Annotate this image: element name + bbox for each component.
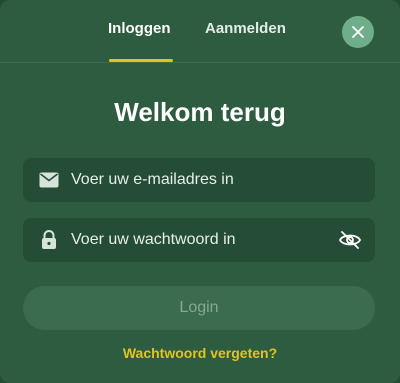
eye-off-icon [338, 231, 362, 249]
toggle-password-visibility[interactable] [337, 227, 363, 253]
password-input[interactable] [71, 231, 337, 249]
tab-login[interactable]: Inloggen [108, 20, 171, 37]
close-icon [352, 26, 364, 38]
lock-icon [37, 228, 61, 252]
tab-bar: Inloggen Aanmelden [0, 0, 400, 63]
login-button[interactable]: Login [23, 286, 375, 330]
login-modal: Inloggen Aanmelden Welkom terug Voer uw … [0, 0, 400, 383]
close-button[interactable] [342, 16, 374, 48]
tab-signup[interactable]: Aanmelden [205, 20, 286, 37]
envelope-icon [37, 168, 61, 192]
page-title: Welkom terug [114, 97, 286, 127]
email-input[interactable] [71, 171, 375, 189]
active-tab-indicator [109, 59, 173, 62]
password-field[interactable] [23, 218, 375, 262]
email-field[interactable] [23, 158, 375, 202]
forgot-password-link[interactable]: Wachtwoord vergeten? [0, 345, 400, 361]
